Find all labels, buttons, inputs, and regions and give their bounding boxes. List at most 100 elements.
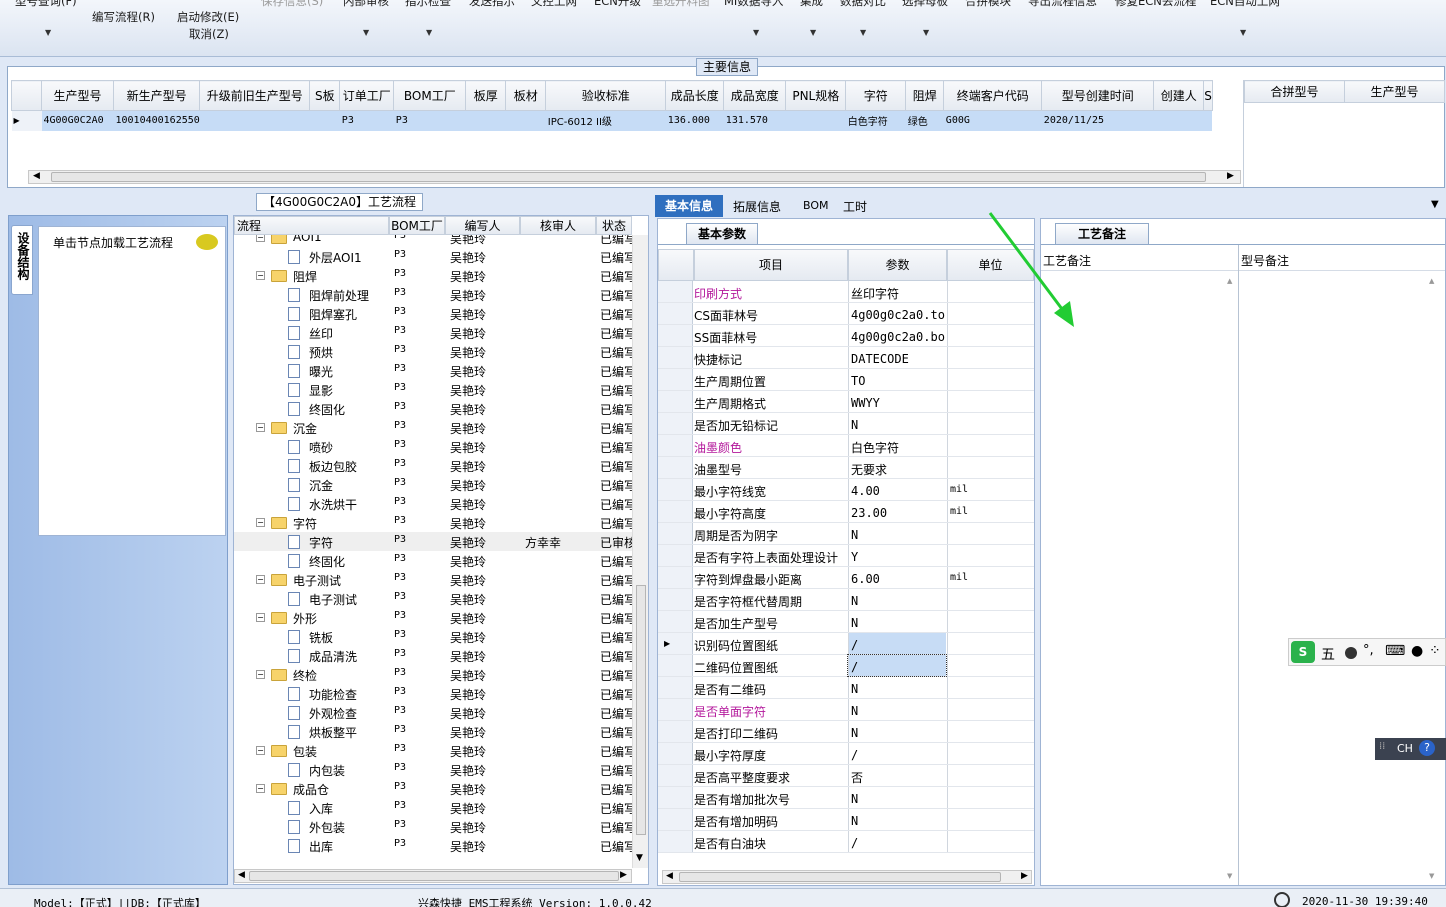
tree-row[interactable]: 功能检查 P3 吴艳玲 已编写 xyxy=(234,684,632,703)
column-header[interactable]: 阻焊 xyxy=(905,80,945,111)
param-row[interactable]: 最小字符高度 23.00 mil xyxy=(658,501,1034,523)
column-header[interactable]: BOM工厂 xyxy=(393,80,467,111)
param-value[interactable]: / xyxy=(848,743,946,764)
select-all-corner[interactable] xyxy=(658,249,694,281)
edit-flow-button[interactable]: 编写流程(R) xyxy=(92,9,155,25)
col-flow[interactable]: 流程 xyxy=(234,216,389,235)
scroll-right-icon[interactable]: ▶ xyxy=(1021,871,1028,881)
column-header[interactable]: 新生产型号 xyxy=(112,80,201,111)
tab-dropdown-icon[interactable]: ▼ xyxy=(1431,199,1439,210)
column-header[interactable]: 订单工厂 xyxy=(339,80,395,111)
tree-row[interactable]: 终固化 P3 吴艳玲 已编写 xyxy=(234,399,632,418)
param-row[interactable]: 快捷标记 DATECODE xyxy=(658,347,1034,369)
tree-row[interactable]: 成品清洗 P3 吴艳玲 已编写 xyxy=(234,646,632,665)
tab-bom[interactable]: BOM xyxy=(803,199,829,212)
ime-punct-icon[interactable]: °, xyxy=(1363,643,1374,658)
tree-vscrollbar[interactable]: ▼ xyxy=(632,235,648,868)
dropdown-arrow-icon[interactable]: ▼ xyxy=(426,28,432,37)
row-selector[interactable] xyxy=(658,787,693,808)
param-row[interactable]: 油墨颜色 白色字符 xyxy=(658,435,1034,457)
param-row[interactable]: 是否有白油块 / xyxy=(658,831,1034,853)
col-value[interactable]: 参数 xyxy=(848,249,947,281)
toolbar-button[interactable]: 导出流程信息 xyxy=(1028,0,1097,9)
toolbar-button[interactable]: 指示检查 xyxy=(405,0,451,9)
table-cell[interactable]: IPC-6012 II级 xyxy=(545,110,666,131)
col-bom-factory[interactable]: BOM工厂 xyxy=(389,216,445,235)
collapse-icon[interactable]: − xyxy=(256,746,265,755)
param-value[interactable]: 否 xyxy=(848,765,946,786)
param-row[interactable]: 最小字符线宽 4.00 mil xyxy=(658,479,1034,501)
row-selector[interactable] xyxy=(658,589,693,610)
process-remarks-textarea[interactable]: ▲ ▼ xyxy=(1045,274,1237,884)
scroll-down-icon[interactable]: ▼ xyxy=(1429,872,1434,880)
tree-row[interactable]: − AOI1 P3 吴艳玲 已编写 xyxy=(234,235,632,247)
row-selector[interactable] xyxy=(658,765,693,786)
scroll-left-icon[interactable]: ◀ xyxy=(238,870,245,880)
param-row[interactable]: 是否加无铅标记 N xyxy=(658,413,1034,435)
param-value[interactable]: N xyxy=(848,699,946,720)
toolbar-button[interactable]: 内部审核 xyxy=(343,0,389,9)
scroll-thumb[interactable] xyxy=(679,872,1001,882)
tree-row[interactable]: 外层AOI1 P3 吴艳玲 已编写 xyxy=(234,247,632,266)
tree-row[interactable]: 字符 P3 吴艳玲 方幸幸 已审核 xyxy=(234,532,632,551)
row-selector[interactable] xyxy=(658,831,693,852)
col-production-model[interactable]: 生产型号 xyxy=(1344,80,1445,103)
table-cell[interactable]: 绿色 xyxy=(905,110,944,131)
dropdown-arrow-icon[interactable]: ▼ xyxy=(1240,28,1246,37)
param-value[interactable]: Y xyxy=(848,545,946,566)
row-selector[interactable] xyxy=(658,347,693,368)
ime-keyboard-icon[interactable]: ⌨ xyxy=(1385,643,1405,659)
param-row[interactable]: SS面菲林号 4g00g0c2a0.bo xyxy=(658,325,1034,347)
select-all-corner[interactable] xyxy=(11,80,42,111)
scroll-left-icon[interactable]: ◀ xyxy=(33,171,40,181)
param-value[interactable]: WWYY xyxy=(848,391,946,412)
tree-row[interactable]: − 沉金 P3 吴艳玲 已编写 xyxy=(234,418,632,437)
param-value[interactable]: / xyxy=(848,831,946,852)
col-merge-model[interactable]: 合拼型号 xyxy=(1244,80,1345,103)
row-selector[interactable] xyxy=(658,611,693,632)
ime-moon-icon[interactable] xyxy=(1345,647,1357,659)
param-value[interactable]: 4g00g0c2a0.bo xyxy=(848,325,946,346)
tree-row[interactable]: 丝印 P3 吴艳玲 已编写 xyxy=(234,323,632,342)
dropdown-arrow-icon[interactable]: ▼ xyxy=(45,28,51,37)
column-header[interactable]: 创建人 xyxy=(1153,80,1205,111)
scroll-up-icon[interactable]: ▲ xyxy=(1429,277,1434,285)
column-header[interactable]: 成品宽度 xyxy=(723,80,787,111)
param-value[interactable]: N xyxy=(848,611,946,632)
toolbar-button[interactable]: 集成 xyxy=(800,0,823,9)
param-value[interactable]: N xyxy=(848,413,946,434)
table-cell[interactable] xyxy=(199,110,310,131)
scroll-thumb[interactable] xyxy=(249,871,619,881)
scroll-thumb[interactable] xyxy=(636,585,646,835)
tree-row[interactable]: − 字符 P3 吴艳玲 已编写 xyxy=(234,513,632,532)
table-cell[interactable]: 2020/11/25 xyxy=(1041,110,1154,131)
toolbar-button[interactable]: 修复ECN丢流程 xyxy=(1115,0,1196,9)
table-cell[interactable]: G00G xyxy=(943,110,1042,131)
toolbar-button[interactable]: 型号查询(F) xyxy=(15,0,77,9)
row-selector[interactable] xyxy=(658,413,693,434)
column-header[interactable]: 板材 xyxy=(505,80,547,111)
tree-row[interactable]: 沉金 P3 吴艳玲 已编写 xyxy=(234,475,632,494)
param-value[interactable]: TO xyxy=(848,369,946,390)
tree-row[interactable]: 显影 P3 吴艳玲 已编写 xyxy=(234,380,632,399)
param-value[interactable]: DATECODE xyxy=(848,347,946,368)
tree-row[interactable]: 阻焊塞孔 P3 吴艳玲 已编写 xyxy=(234,304,632,323)
collapse-icon[interactable]: − xyxy=(256,670,265,679)
params-hscrollbar[interactable]: ◀ ▶ xyxy=(662,870,1032,884)
scroll-thumb[interactable] xyxy=(51,172,1206,182)
param-row[interactable]: 是否单面字符 N xyxy=(658,699,1034,721)
column-header[interactable]: 终端客户代码 xyxy=(943,80,1043,111)
param-row[interactable]: 是否加生产型号 N xyxy=(658,611,1034,633)
tree-row[interactable]: − 外形 P3 吴艳玲 已编写 xyxy=(234,608,632,627)
toolbar-button[interactable]: 选择母板 xyxy=(902,0,948,9)
row-selector[interactable] xyxy=(658,303,693,324)
param-row[interactable]: CS面菲林号 4g00g0c2a0.to xyxy=(658,303,1034,325)
collapse-icon[interactable]: − xyxy=(256,518,265,527)
table-cell[interactable] xyxy=(1203,110,1213,131)
table-cell[interactable] xyxy=(1153,110,1204,131)
help-icon[interactable]: ? xyxy=(1419,740,1435,756)
dropdown-arrow-icon[interactable]: ▼ xyxy=(860,28,866,37)
row-selector[interactable] xyxy=(658,523,693,544)
table-cell[interactable] xyxy=(785,110,846,131)
ime-user-icon[interactable]: ● xyxy=(1411,643,1423,659)
